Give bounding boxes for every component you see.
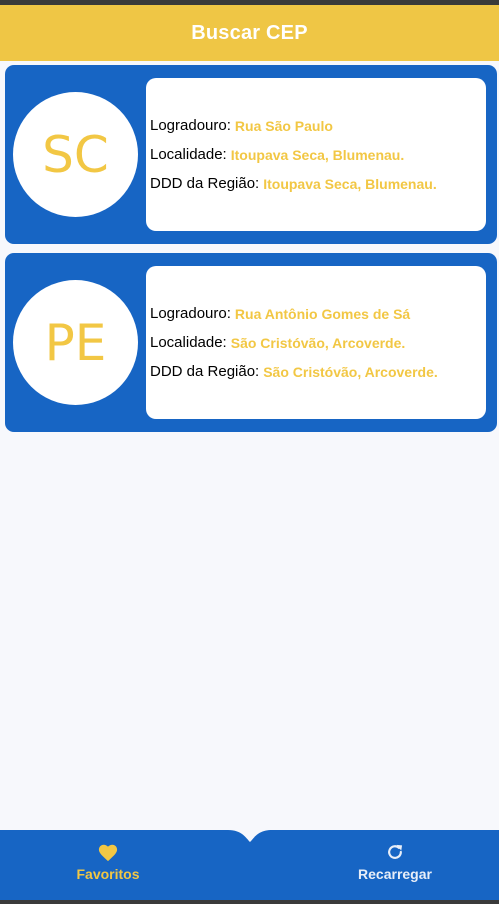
system-bottom-strip: [0, 900, 499, 904]
ddd-value: São Cristóvão, Arcoverde.: [263, 363, 438, 380]
favoritos-button[interactable]: Favoritos: [68, 842, 148, 882]
logradouro-row: Logradouro: Rua Antônio Gomes de Sá: [146, 299, 486, 328]
localidade-row: Localidade: São Cristóvão, Arcoverde.: [146, 328, 486, 357]
logradouro-value: Rua Antônio Gomes de Sá: [234, 305, 411, 322]
refresh-icon: [388, 844, 403, 859]
address-info-box: Logradouro: Rua São Paulo Localidade: It…: [146, 78, 486, 231]
state-avatar: SC: [13, 92, 138, 217]
favoritos-label: Favoritos: [76, 866, 140, 882]
localidade-value: São Cristóvão, Arcoverde.: [230, 334, 406, 351]
ddd-label: DDD da Região:: [150, 175, 260, 192]
state-abbreviation: SC: [42, 125, 109, 184]
app-bar: Buscar CEP: [0, 5, 499, 61]
localidade-row: Localidade: Itoupava Seca, Blumenau.: [146, 140, 486, 169]
state-avatar: PE: [13, 280, 138, 405]
ddd-row: DDD da Região: Itoupava Seca, Blumenau.: [146, 169, 486, 198]
recarregar-label: Recarregar: [358, 866, 432, 882]
logradouro-label: Logradouro:: [150, 117, 231, 134]
bottom-navigation-bar: Favoritos Recarregar: [0, 830, 499, 904]
logradouro-label: Logradouro:: [150, 305, 231, 322]
recarregar-button[interactable]: Recarregar: [350, 842, 440, 882]
page-title: Buscar CEP: [191, 21, 308, 44]
ddd-value: Itoupava Seca, Blumenau.: [263, 175, 437, 192]
logradouro-value: Rua São Paulo: [234, 117, 333, 134]
localidade-label: Localidade:: [150, 334, 227, 351]
localidade-label: Localidade:: [150, 146, 227, 163]
heart-icon: [98, 844, 118, 862]
ddd-row: DDD da Região: São Cristóvão, Arcoverde.: [146, 357, 486, 386]
address-info-box: Logradouro: Rua Antônio Gomes de Sá Loca…: [146, 266, 486, 419]
logradouro-row: Logradouro: Rua São Paulo: [146, 111, 486, 140]
cep-card[interactable]: PE Logradouro: Rua Antônio Gomes de Sá L…: [5, 253, 497, 432]
state-abbreviation: PE: [44, 313, 107, 372]
cep-card[interactable]: SC Logradouro: Rua São Paulo Localidade:…: [5, 65, 497, 244]
localidade-value: Itoupava Seca, Blumenau.: [230, 146, 405, 163]
ddd-label: DDD da Região:: [150, 363, 260, 380]
